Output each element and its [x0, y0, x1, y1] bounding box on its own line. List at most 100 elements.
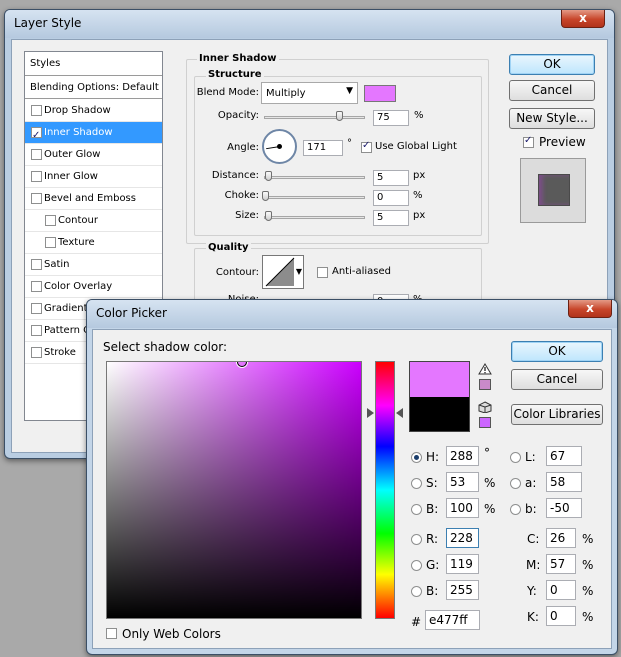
style-checkbox[interactable]: [31, 325, 42, 336]
hue-slider-left-arrow[interactable]: [367, 407, 374, 418]
style-checkbox[interactable]: [45, 237, 56, 248]
use-global-light-checkbox[interactable]: [361, 140, 372, 153]
web-cube-icon[interactable]: [478, 401, 492, 413]
style-item[interactable]: Color Overlay: [25, 276, 162, 298]
r-field[interactable]: 228: [446, 528, 479, 548]
style-item[interactable]: Inner Glow: [25, 166, 162, 188]
distance-field[interactable]: 5: [373, 170, 409, 186]
contour-picker[interactable]: ▼: [262, 255, 304, 289]
size-slider-thumb[interactable]: [265, 211, 272, 221]
style-item[interactable]: Drop Shadow: [25, 100, 162, 122]
k-value: 0: [550, 609, 558, 623]
size-field[interactable]: 5: [373, 210, 409, 226]
hue-slider[interactable]: [375, 361, 395, 619]
style-item[interactable]: Texture: [25, 232, 162, 254]
h-radio[interactable]: [411, 452, 422, 463]
style-item[interactable]: Inner Shadow: [25, 122, 162, 146]
style-checkbox[interactable]: [31, 149, 42, 160]
blue-radio[interactable]: [411, 586, 422, 597]
y-label: Y:: [527, 584, 537, 598]
m-field[interactable]: 57: [546, 554, 576, 574]
choke-field[interactable]: 0: [373, 190, 409, 206]
layer-style-titlebar[interactable]: Layer Style x: [5, 10, 614, 38]
style-checkbox[interactable]: [31, 347, 42, 358]
style-item[interactable]: Outer Glow: [25, 144, 162, 166]
brightness-field[interactable]: 100: [446, 498, 479, 518]
opacity-slider-thumb[interactable]: [335, 111, 343, 121]
color-field[interactable]: [106, 361, 362, 619]
style-checkbox[interactable]: [31, 303, 42, 314]
style-checkbox[interactable]: [45, 215, 56, 226]
layer-style-ok-button[interactable]: OK: [509, 54, 595, 75]
shadow-color-swatch[interactable]: [364, 85, 396, 102]
new-style-button[interactable]: New Style...: [509, 108, 595, 129]
style-checkbox[interactable]: [31, 171, 42, 182]
m-value: 57: [550, 557, 566, 571]
color-picker-cancel-button[interactable]: Cancel: [511, 369, 603, 390]
style-item[interactable]: Contour: [25, 210, 162, 232]
brightness-value: 100: [450, 501, 473, 515]
brightness-radio[interactable]: [411, 504, 422, 515]
blending-options-item[interactable]: Blending Options: Default: [25, 77, 162, 99]
c-label: C:: [527, 532, 540, 546]
hue-slider-right-arrow[interactable]: [396, 407, 403, 418]
lab-b-radio[interactable]: [510, 504, 521, 515]
preview-checkbox[interactable]: [523, 135, 534, 148]
r-radio[interactable]: [411, 534, 422, 545]
blue-field[interactable]: 255: [446, 580, 479, 600]
distance-slider-track[interactable]: [264, 176, 365, 179]
only-web-colors-checkbox[interactable]: [106, 628, 117, 639]
lab-a-radio[interactable]: [510, 478, 521, 489]
style-checkbox[interactable]: [31, 193, 42, 204]
l-radio[interactable]: [510, 452, 521, 463]
color-picker-close-button[interactable]: x: [568, 300, 612, 318]
layer-style-close-button[interactable]: x: [561, 10, 605, 28]
opacity-value: 75: [377, 112, 390, 123]
choke-value: 0: [377, 192, 384, 203]
current-color-swatch[interactable]: [410, 397, 469, 431]
only-web-colors-label[interactable]: Only Web Colors: [122, 627, 221, 641]
style-checkbox[interactable]: [31, 105, 42, 116]
web-safe-swatch[interactable]: [479, 417, 491, 428]
s-field[interactable]: 53: [446, 472, 479, 492]
g-field[interactable]: 119: [446, 554, 479, 574]
style-item[interactable]: Satin: [25, 254, 162, 276]
style-item[interactable]: Bevel and Emboss: [25, 188, 162, 210]
style-checkbox[interactable]: [31, 125, 42, 146]
k-field[interactable]: 0: [546, 606, 576, 626]
style-checkbox[interactable]: [31, 259, 42, 270]
l-field[interactable]: 67: [546, 446, 582, 466]
angle-field[interactable]: 171: [303, 140, 343, 156]
lab-a-field[interactable]: 58: [546, 472, 582, 492]
s-radio[interactable]: [411, 478, 422, 489]
anti-aliased-label[interactable]: Anti-aliased: [332, 266, 391, 277]
g-radio[interactable]: [411, 560, 422, 571]
preview-label[interactable]: Preview: [539, 135, 586, 149]
choke-slider-track[interactable]: [264, 196, 365, 199]
color-field-black-layer: [107, 362, 361, 618]
blend-mode-select[interactable]: Multiply ▼: [261, 82, 358, 104]
lab-b-field[interactable]: -50: [546, 498, 582, 518]
distance-label: Distance:: [211, 170, 259, 181]
size-slider-track[interactable]: [264, 216, 365, 219]
warning-triangle-icon[interactable]: [478, 363, 492, 375]
layer-style-cancel-button[interactable]: Cancel: [509, 80, 595, 101]
angle-dial[interactable]: [262, 129, 297, 164]
distance-slider-thumb[interactable]: [265, 171, 272, 181]
styles-header[interactable]: Styles: [25, 52, 162, 76]
g-label: G:: [426, 558, 440, 572]
color-picker-ok-button[interactable]: OK: [511, 341, 603, 362]
choke-slider-thumb[interactable]: [262, 191, 269, 201]
opacity-slider-track[interactable]: [264, 116, 365, 119]
gamut-swatch[interactable]: [479, 379, 491, 390]
use-global-light-label[interactable]: Use Global Light: [375, 141, 457, 152]
opacity-field[interactable]: 75: [373, 110, 409, 126]
hex-field[interactable]: e477ff: [425, 610, 480, 630]
c-field[interactable]: 26: [546, 528, 576, 548]
anti-aliased-checkbox[interactable]: [317, 267, 328, 278]
style-checkbox[interactable]: [31, 281, 42, 292]
color-picker-titlebar[interactable]: Color Picker x: [87, 300, 617, 328]
h-field[interactable]: 288: [446, 446, 479, 466]
color-libraries-button[interactable]: Color Libraries: [511, 404, 603, 425]
y-field[interactable]: 0: [546, 580, 576, 600]
